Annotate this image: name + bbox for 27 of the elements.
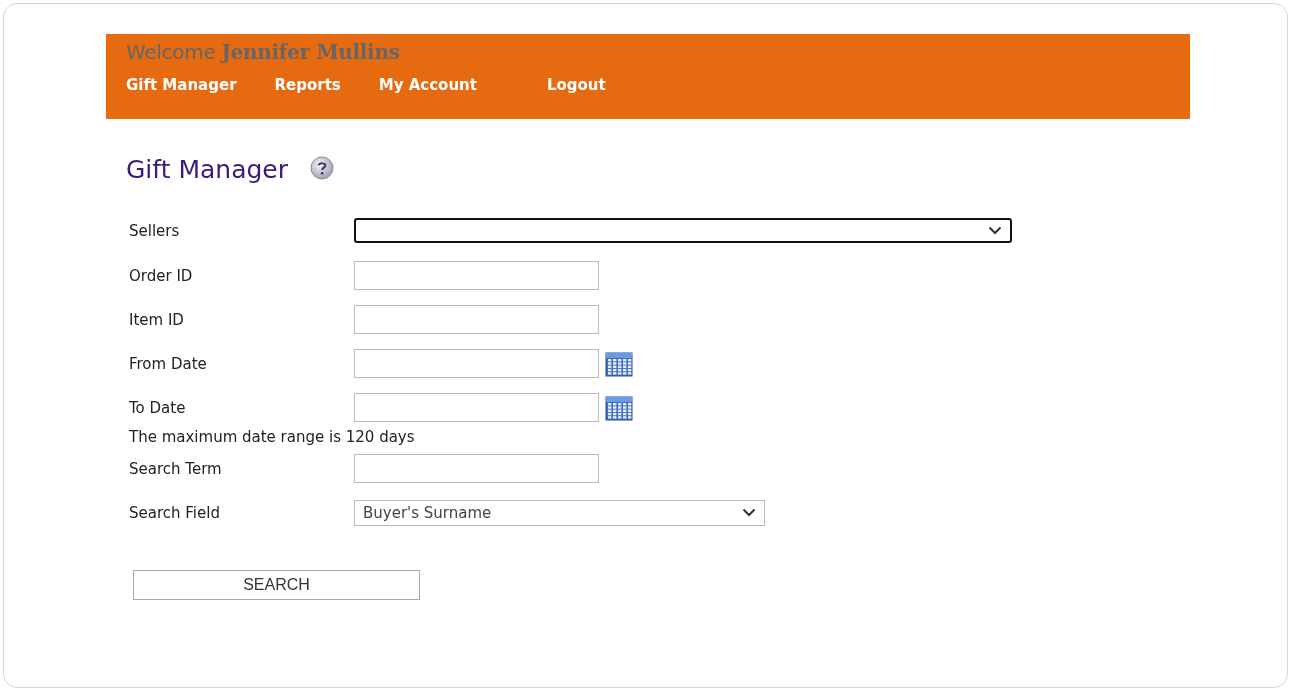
nav-link[interactable]: Logout [546, 76, 606, 94]
field-label: Item ID [128, 310, 185, 329]
welcome-text: Welcome Jennifer Mullins [126, 40, 401, 64]
calendar-icon[interactable] [605, 394, 633, 421]
search-button[interactable]: SEARCH [133, 570, 420, 600]
help-icon[interactable] [310, 156, 334, 180]
input-field[interactable] [354, 305, 599, 334]
field-label: Search Field [128, 503, 221, 522]
field-label: Sellers [128, 221, 181, 240]
page-title: Gift Manager [126, 155, 288, 184]
chevron-down-icon [988, 226, 1002, 235]
field-label: From Date [128, 354, 208, 373]
field-label: Search Term [128, 459, 223, 478]
input-field[interactable] [354, 349, 599, 378]
field-label: To Date [128, 398, 187, 417]
field-label: Order ID [128, 266, 194, 285]
input-field[interactable] [354, 454, 599, 483]
chevron-down-icon [742, 508, 756, 517]
dropdown-field[interactable] [354, 218, 1012, 243]
nav-link[interactable]: Reports [274, 76, 341, 94]
date-range-note: The maximum date range is 120 days [128, 428, 416, 446]
dropdown-field[interactable]: Buyer's Surname [354, 499, 765, 526]
input-field[interactable] [354, 261, 599, 290]
input-field[interactable] [354, 393, 599, 422]
nav-link[interactable]: My Account [378, 76, 477, 94]
nav-link[interactable]: Gift Manager [126, 76, 237, 94]
calendar-icon[interactable] [605, 350, 633, 377]
